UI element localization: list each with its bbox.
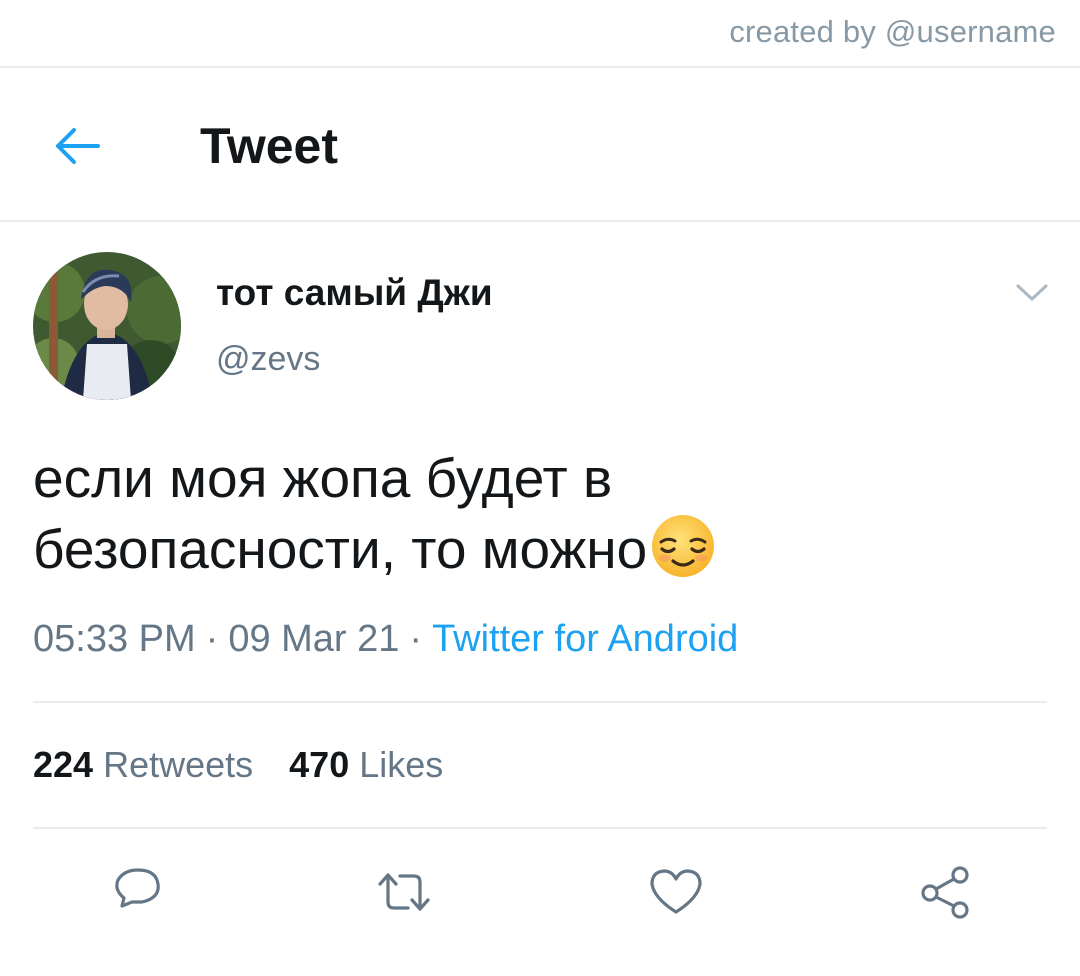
retweets-label: Retweets — [103, 744, 254, 785]
meta-divider — [33, 701, 1047, 703]
tweet-stats: 224 Retweets 470 Likes — [33, 744, 479, 786]
tweet-text: если моя жопа будет в безопасности, то м… — [33, 444, 1033, 583]
header-divider — [0, 220, 1080, 222]
author-handle[interactable]: @zevs — [216, 340, 320, 379]
tweet-text-line-2: безопасности, то можно — [33, 518, 648, 580]
tweet-options-button[interactable] — [1014, 280, 1050, 304]
profile-photo — [33, 252, 181, 400]
chevron-down-icon — [1016, 284, 1048, 301]
heart-icon — [650, 869, 702, 914]
share-button[interactable] — [918, 864, 974, 920]
page-title: Tweet — [200, 118, 338, 174]
likes-count: 470 — [289, 744, 350, 785]
meta-separator: · — [409, 618, 423, 660]
back-button[interactable] — [52, 126, 102, 166]
tweet-time: 05:33 PM — [33, 618, 196, 660]
like-button[interactable] — [648, 864, 704, 920]
tweet-meta: 05:33 PM · 09 Mar 21 · Twitter for Android — [33, 618, 738, 661]
retweet-button[interactable] — [376, 864, 432, 920]
reply-icon — [115, 868, 160, 908]
retweets-count: 224 — [33, 744, 94, 785]
watermark-credit: created by @username — [729, 14, 1056, 49]
arrow-left-icon — [56, 128, 100, 164]
reply-button[interactable] — [108, 864, 164, 920]
tweet-source-link[interactable]: Twitter for Android — [432, 618, 738, 660]
tweet-text-line-2-wrap: безопасности, то можно — [33, 512, 1033, 583]
meta-separator: · — [205, 618, 219, 660]
author-display-name[interactable]: тот самый Джи — [216, 272, 493, 314]
likes-label: Likes — [359, 744, 444, 785]
tweet-text-line-1: если моя жопа будет в — [33, 447, 613, 509]
top-divider — [0, 66, 1080, 68]
relieved-face-emoji — [649, 512, 717, 580]
share-icon — [921, 866, 969, 919]
likes-stat[interactable]: 470 Likes — [289, 744, 443, 786]
tweet-date: 09 Mar 21 — [228, 618, 400, 660]
avatar[interactable] — [33, 252, 181, 400]
retweet-icon — [378, 873, 430, 911]
stats-divider — [33, 827, 1047, 829]
retweets-stat[interactable]: 224 Retweets — [33, 744, 253, 786]
